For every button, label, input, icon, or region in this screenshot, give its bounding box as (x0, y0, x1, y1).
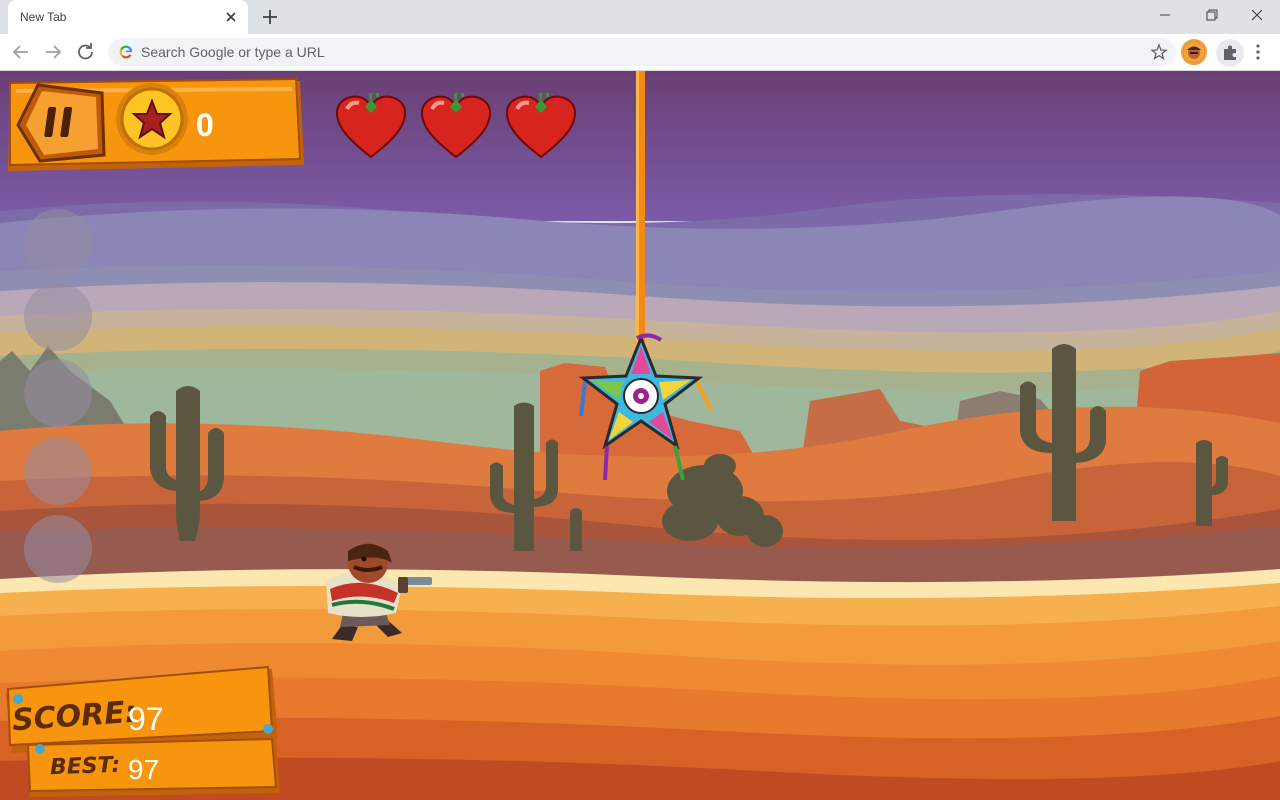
heart-life-icon (505, 93, 577, 159)
extensions-button[interactable] (1216, 39, 1244, 67)
close-icon[interactable] (222, 8, 240, 26)
reload-icon[interactable] (74, 41, 98, 63)
profile-avatar[interactable] (1181, 39, 1207, 65)
best-label: BEST: (49, 752, 121, 781)
pause-button[interactable] (36, 95, 88, 151)
browser-toolbar (0, 34, 1280, 71)
side-circle-button[interactable] (24, 359, 92, 427)
heart-life-icon (335, 93, 407, 159)
desert-scene (0, 71, 1280, 800)
side-circle-button[interactable] (24, 283, 92, 351)
kebab-menu-icon[interactable] (1250, 42, 1266, 62)
tab-new-tab[interactable]: New Tab (8, 0, 248, 34)
game-canvas[interactable]: 0 SCORE: 97 BEST: 97 (0, 71, 1280, 800)
plus-icon[interactable] (260, 7, 280, 27)
forward-arrow-icon[interactable] (41, 41, 65, 63)
bookmark-star-icon[interactable] (1150, 43, 1168, 61)
puzzle-icon (1224, 45, 1236, 60)
tab-strip: New Tab (0, 0, 1280, 34)
back-arrow-icon[interactable] (9, 41, 33, 63)
window-close-icon[interactable] (1244, 4, 1270, 26)
heart-life-icon (420, 93, 492, 159)
minimize-icon[interactable] (1152, 4, 1178, 26)
avatar-icon (1183, 41, 1205, 63)
google-logo-icon (119, 45, 133, 59)
side-circle-button[interactable] (24, 437, 92, 505)
omnibox[interactable] (108, 38, 1176, 66)
restore-icon[interactable] (1198, 4, 1224, 26)
side-circle-button[interactable] (24, 515, 92, 583)
side-circle-button[interactable] (24, 209, 92, 277)
coin-count: 0 (196, 107, 214, 143)
search-input[interactable] (141, 42, 1121, 62)
best-value: 97 (128, 754, 160, 785)
tab-title: New Tab (20, 10, 67, 24)
coin-icon (116, 83, 188, 155)
score-value: 97 (128, 701, 164, 737)
